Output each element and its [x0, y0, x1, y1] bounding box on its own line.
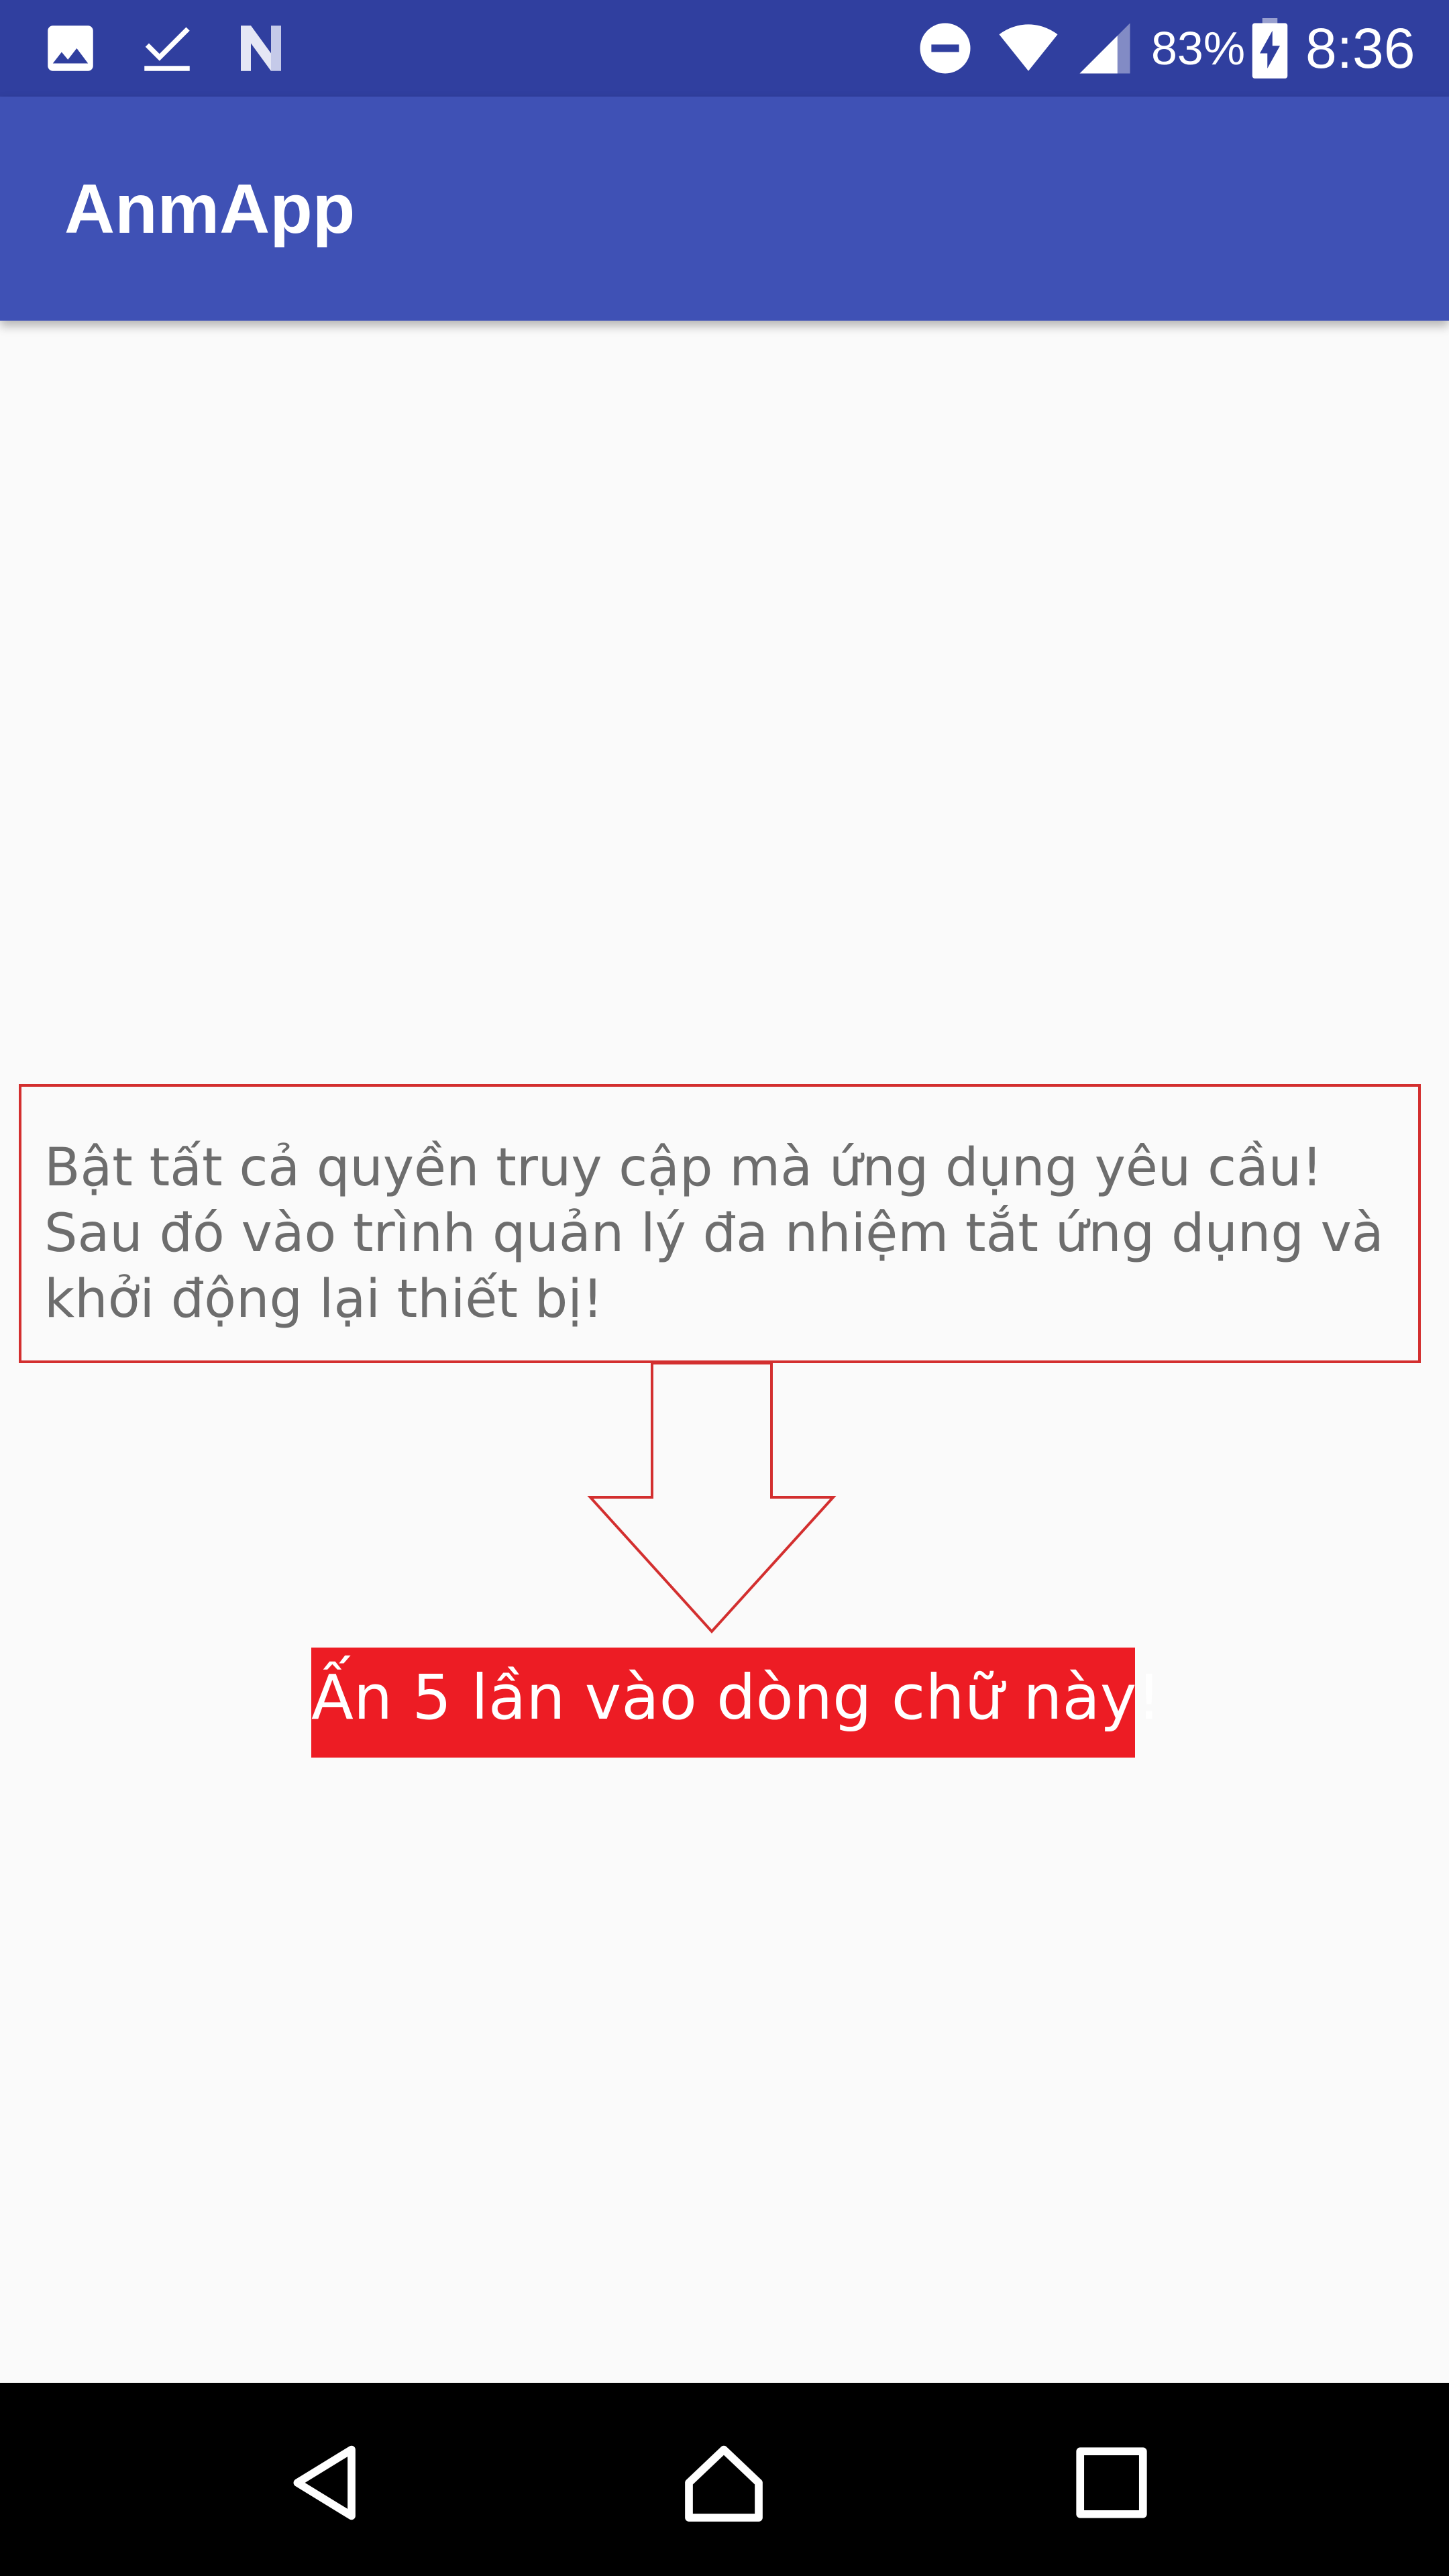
home-icon[interactable] — [680, 2439, 767, 2526]
checkmark-notification-icon — [137, 18, 197, 78]
battery-percent: 83% — [1151, 22, 1246, 74]
down-arrow-icon — [584, 1363, 839, 1638]
instruction-text: Bật tất cả quyền truy cập mà ứng dụng yê… — [44, 1138, 1384, 1330]
cell-signal-icon — [1075, 18, 1135, 78]
image-notification-icon — [40, 18, 101, 78]
tap-target-label: Ấn 5 lần vào dòng chữ này! — [311, 1662, 1162, 1733]
do-not-disturb-icon — [915, 18, 975, 78]
app-title: AnmApp — [64, 170, 356, 248]
recents-icon[interactable] — [1068, 2439, 1155, 2526]
app-bar: AnmApp — [0, 97, 1449, 321]
instruction-box: Bật tất cả quyền truy cập mà ứng dụng yê… — [19, 1084, 1421, 1363]
n-notification-icon — [231, 18, 291, 78]
screen: 83% 8:36 AnmApp Bật tất cả quyền truy cậ… — [0, 0, 1449, 2576]
tap-five-times-button[interactable]: Ấn 5 lần vào dòng chữ này! — [311, 1648, 1161, 1758]
status-bar: 83% 8:36 — [0, 0, 1449, 97]
battery-charging-icon — [1248, 18, 1292, 78]
wifi-icon — [998, 18, 1059, 78]
back-icon[interactable] — [282, 2439, 369, 2526]
clock: 8:36 — [1305, 17, 1415, 80]
navigation-bar — [0, 2383, 1449, 2576]
